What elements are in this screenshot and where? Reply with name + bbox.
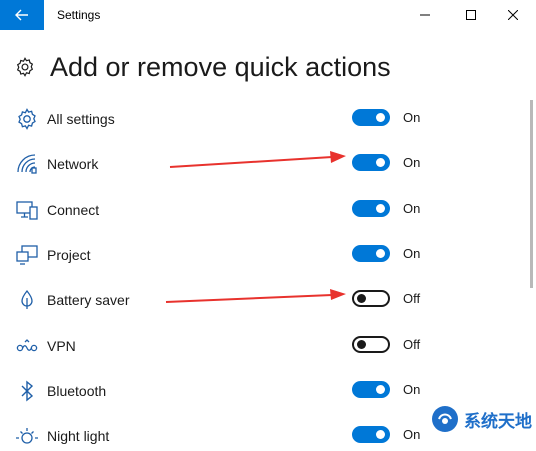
battery-saver-toggle[interactable] [352,290,390,307]
quick-action-row-all-settings: All settings On [0,104,536,134]
bluetooth-icon [21,380,34,402]
toggle-state-label: On [403,201,421,216]
all-settings-toggle[interactable] [352,109,390,126]
network-toggle[interactable] [352,154,390,171]
vpn-icon [16,339,38,352]
night-light-icon [16,428,38,444]
vpn-toggle[interactable] [352,336,390,353]
close-icon [508,10,518,20]
row-label: Network [47,156,99,172]
toggle-state-label: On [403,246,421,261]
title-bar: Settings [0,0,536,31]
toggle-state-label: On [403,155,421,170]
close-button[interactable] [490,0,536,30]
back-button[interactable] [0,0,44,30]
quick-action-row-bluetooth: Bluetooth On [0,376,536,406]
gear-icon [18,108,36,130]
quick-action-row-network: Network On [0,149,536,179]
project-toggle[interactable] [352,245,390,262]
minimize-icon [420,14,430,16]
quick-action-row-project: Project On [0,240,536,270]
row-label: Connect [47,202,100,218]
toggle-state-label: On [403,382,421,397]
watermark-logo-icon [432,406,458,432]
window-title: Settings [57,8,101,22]
row-label: Bluetooth [47,383,107,399]
quick-action-row-connect: Connect On [0,195,536,225]
maximize-icon [466,10,476,20]
battery-saver-icon [21,289,33,309]
minimize-button[interactable] [402,0,448,30]
quick-action-row-vpn: VPN Off [0,331,536,361]
maximize-button[interactable] [448,0,494,30]
row-label: Project [47,247,91,263]
gear-icon [16,57,34,77]
connect-toggle[interactable] [352,200,390,217]
page-title: Add or remove quick actions [50,51,391,82]
toggle-state-label: On [403,110,421,125]
night-light-toggle[interactable] [352,426,390,443]
back-arrow-icon [15,9,28,21]
network-icon [17,154,37,174]
bluetooth-toggle[interactable] [352,381,390,398]
vertical-scrollbar[interactable] [530,36,534,440]
connect-icon [16,201,38,220]
watermark-text: 系统天地 [464,411,532,431]
row-label: VPN [47,338,76,354]
project-icon [16,245,38,265]
toggle-state-label: Off [403,337,421,352]
quick-action-row-battery-saver: Battery saver Off [0,285,536,315]
row-label: All settings [47,111,115,127]
row-label: Battery saver [47,292,130,308]
page-header: Add or remove quick actions [14,50,391,84]
row-label: Night light [47,428,110,444]
watermark: 系统天地 [430,404,532,434]
scrollbar-thumb[interactable] [530,100,533,288]
toggle-state-label: Off [403,291,421,306]
